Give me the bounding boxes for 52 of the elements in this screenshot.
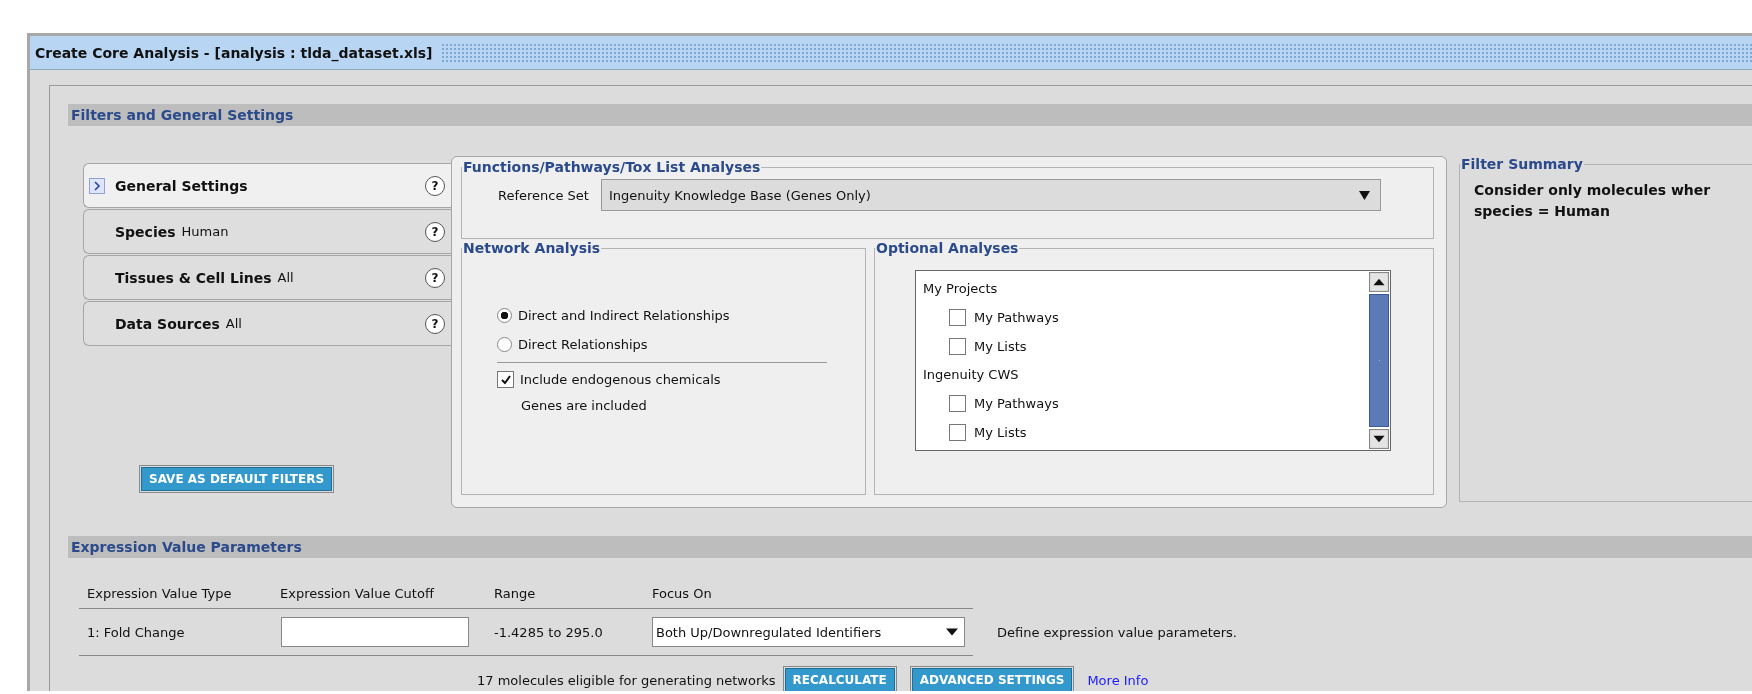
note-text: Genes are included [520, 397, 648, 413]
scroll-down-icon[interactable] [1369, 429, 1389, 449]
table-cell-text: 1: Fold Change [86, 624, 186, 640]
eligible-count-text: 17 molecules eligible for generating networks [477, 672, 776, 688]
group-label: Ingenuity CWS [923, 366, 1020, 384]
reference-set-dropdown[interactable]: Ingenuity Knowledge Base (Genes Only) [600, 179, 1381, 211]
filter-tab[interactable]: Tissues & Cell Lines All ? [83, 255, 451, 300]
column-header: Range [494, 585, 537, 601]
checkbox[interactable] [497, 371, 514, 388]
option-label: Direct and Indirect Relationships [518, 308, 730, 323]
checkbox[interactable] [949, 395, 966, 412]
group-label: My Projects [923, 280, 999, 298]
help-icon[interactable]: ? [425, 267, 445, 288]
option-label: Include endogenous chemicals [520, 372, 721, 387]
hint-text: Define expression value parameters. [997, 624, 1237, 640]
section-header: Filters and General Settings [68, 104, 1752, 126]
more-info-link[interactable]: More Info [1087, 672, 1149, 688]
group-title: Optional Analyses [875, 240, 1020, 256]
checkbox[interactable] [949, 338, 966, 355]
focus-dropdown[interactable]: Both Up/Downregulated Identifiers [652, 617, 965, 647]
section-header: Expression Value Parameters [68, 536, 1752, 558]
help-icon[interactable]: ? [425, 221, 445, 242]
column-header: Expression Value Type [86, 585, 233, 601]
filter-tab[interactable]: Data Sources All ? [83, 301, 451, 346]
checkbox[interactable] [949, 309, 966, 326]
help-icon[interactable]: ? [425, 175, 445, 196]
table-cell-text: -1.4285 to 295.0 [494, 624, 604, 640]
filter-tab[interactable]: General Settings ? [83, 163, 451, 208]
option-label: My Pathways [974, 396, 1059, 411]
window-title: Create Core Analysis - [analysis : tlda_dataset.xls] [34, 44, 434, 61]
scrollbar[interactable] [1368, 271, 1390, 450]
field-label: Reference Set [498, 187, 589, 203]
scroll-up-icon[interactable] [1369, 272, 1389, 292]
group-title: Functions/Pathways/Tox List Analyses [462, 159, 762, 175]
checkbox[interactable] [949, 424, 966, 441]
group-title: Network Analysis [462, 240, 602, 256]
dropdown-arrow-icon [946, 626, 958, 638]
chevron-icon [89, 177, 105, 194]
option-label: Direct Relationships [518, 337, 648, 352]
column-header: Expression Value Cutoff [280, 585, 436, 601]
option-label: My Lists [974, 339, 1027, 354]
option-label: My Lists [974, 425, 1027, 440]
column-header: Focus On [652, 585, 713, 601]
option-label: My Pathways [974, 310, 1059, 325]
summary-text: Consider only molecules wher species = Human [1473, 181, 1712, 221]
cutoff-input[interactable] [281, 617, 469, 647]
radio-button[interactable] [497, 337, 512, 352]
radio-button[interactable] [497, 308, 512, 323]
group-title: Filter Summary [1460, 156, 1584, 172]
dropdown-arrow-icon [1358, 189, 1370, 201]
help-icon[interactable]: ? [425, 313, 445, 334]
filter-tab[interactable]: Species Human ? [83, 209, 451, 254]
